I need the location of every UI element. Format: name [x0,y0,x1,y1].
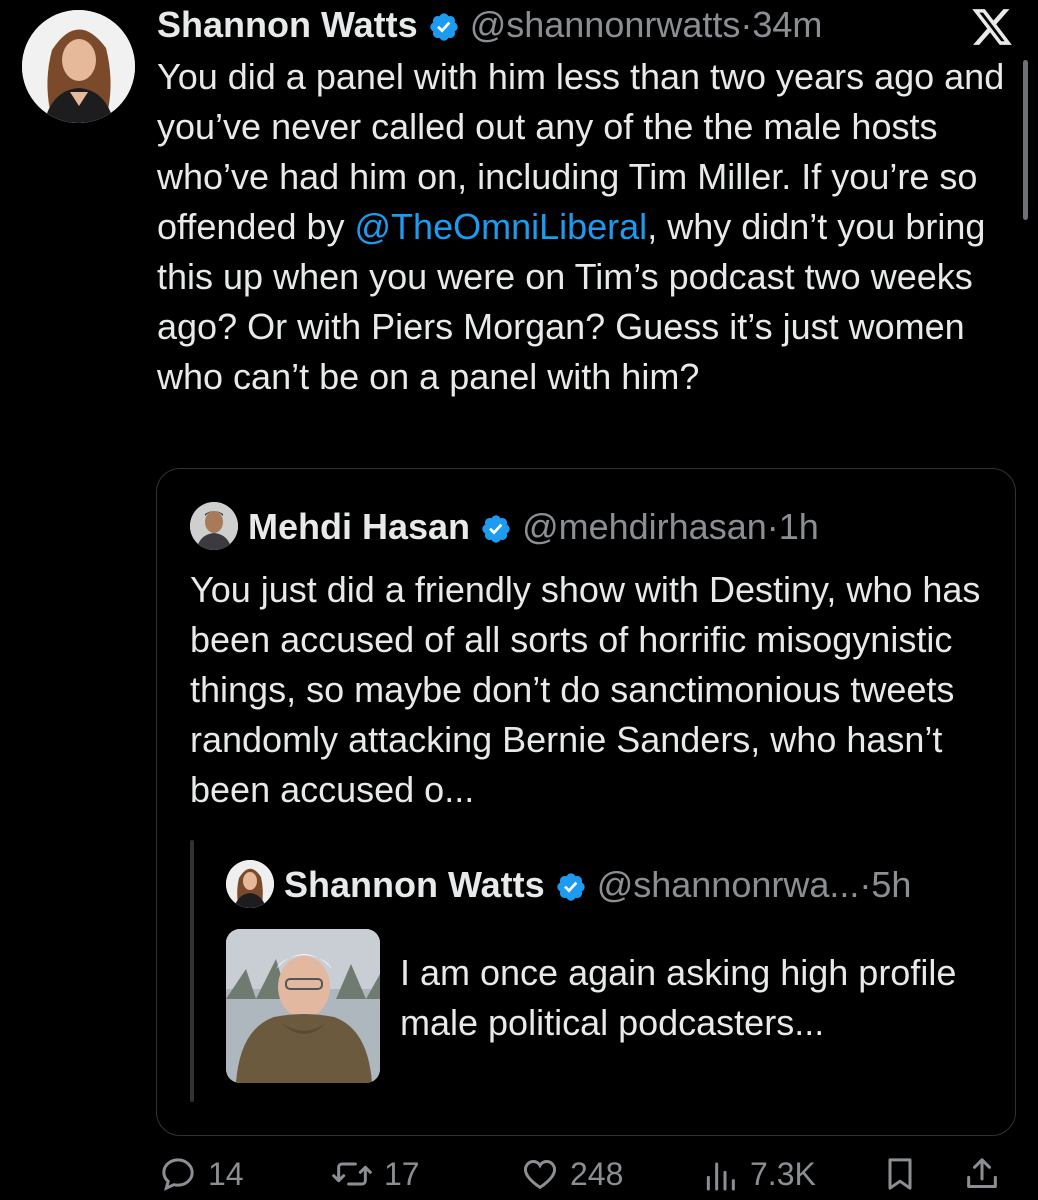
action-bar: 14 17 248 7.3K [0,1148,1038,1200]
mention-link[interactable]: @TheOmniLiberal [355,206,648,247]
bookmark-icon [888,1158,912,1190]
tweet-time[interactable]: 34m [752,4,822,45]
views-icon [706,1162,735,1191]
like-icon [523,1159,557,1190]
repost-button[interactable]: 17 [330,1148,420,1200]
tweet-text: You did a panel with him less than two y… [157,52,1017,402]
repost-icon [332,1162,372,1186]
nested-tweet-time: 5h [871,864,912,905]
author-handle[interactable]: @shannonrwatts [470,4,741,45]
repost-count: 17 [384,1155,420,1192]
time-separator: · [859,864,872,905]
quoted-tweet-header: Mehdi Hasan @mehdirhasan·1h [248,504,819,550]
quoted-tweet-text: You just did a friendly show with Destin… [190,569,981,810]
time-separator: · [766,506,779,547]
author-avatar[interactable] [22,10,135,123]
bookmark-button[interactable] [880,1148,920,1200]
nested-author-avatar [226,860,274,908]
quoted-author-avatar [190,502,238,550]
nested-author-handle: @shannonrwa... [596,864,860,905]
time-separator: · [740,4,753,45]
views-button[interactable]: 7.3K [700,1148,816,1200]
quoted-author-handle: @mehdirhasan [522,506,767,547]
view-count: 7.3K [750,1155,816,1192]
nested-author-name: Shannon Watts [284,864,545,905]
scrollbar[interactable] [1023,60,1028,220]
x-logo-icon[interactable] [970,5,1014,49]
author-name[interactable]: Shannon Watts [157,4,418,45]
like-count: 248 [570,1155,624,1192]
tweet-header: Shannon Watts @shannonrwatts·34m [157,2,822,48]
nested-tweet-text: I am once again asking high profile male… [400,952,957,1043]
reply-icon [162,1158,194,1191]
share-button[interactable] [962,1148,1002,1200]
reply-button[interactable]: 14 [158,1148,244,1200]
quoted-author-name: Mehdi Hasan [248,506,471,547]
verified-badge-icon [430,13,458,42]
nested-tweet-image [226,929,380,1083]
verified-badge-icon [557,873,585,902]
like-button[interactable]: 248 [520,1148,623,1200]
verified-badge-icon [482,515,510,544]
nested-tweet-header: Shannon Watts @shannonrwa...·5h [284,862,911,908]
thread-line [190,840,194,1102]
reply-count: 14 [208,1155,244,1192]
share-icon [967,1158,997,1188]
quoted-tweet-time: 1h [778,506,819,547]
